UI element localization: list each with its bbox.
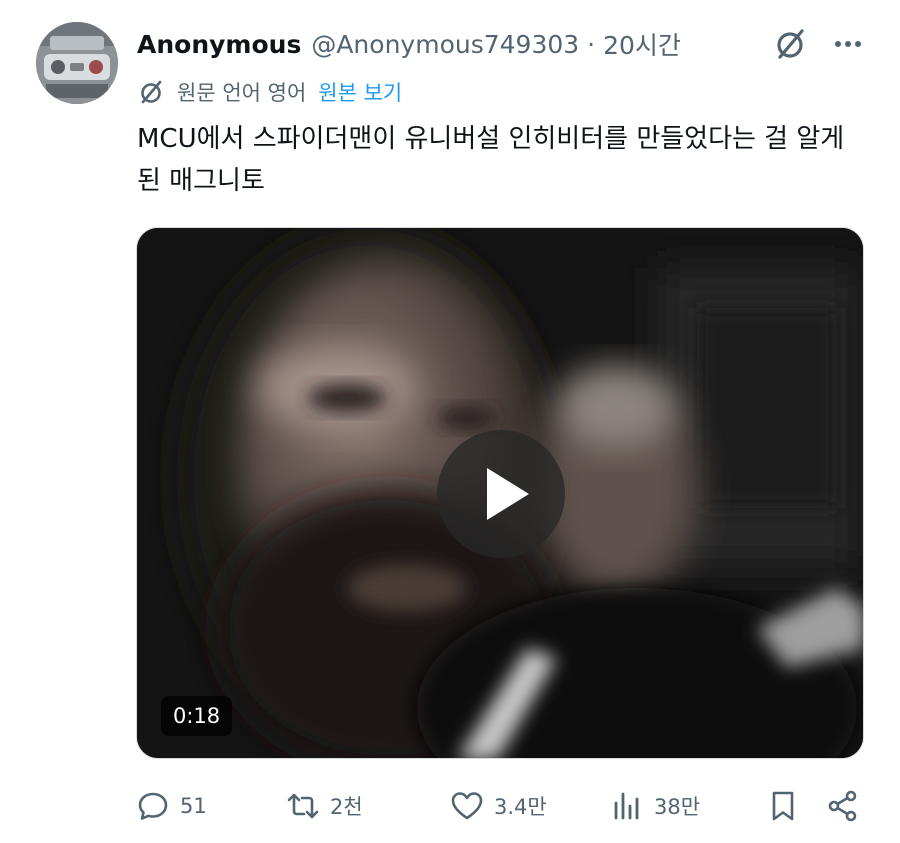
- heart-icon: [451, 792, 483, 820]
- separator-dot: ·: [587, 29, 596, 59]
- reply-count: 51: [180, 794, 207, 818]
- translated-from-label: 원문 언어 영어: [177, 81, 307, 105]
- reply-icon: [138, 792, 168, 820]
- show-original-link[interactable]: 원본 보기: [318, 77, 402, 107]
- grok-button[interactable]: [772, 26, 808, 62]
- translation-row: 원문 언어 영어 원본 보기: [137, 76, 402, 108]
- views-button[interactable]: 38만: [610, 780, 700, 832]
- avatar[interactable]: [36, 22, 118, 104]
- view-count: 38만: [654, 795, 701, 819]
- grok-icon: [777, 29, 804, 59]
- more-icon: [835, 41, 861, 47]
- tweet-header: Anonymous @Anonymous749303 · 20시간: [137, 24, 681, 64]
- tweet: Anonymous @Anonymous749303 · 20시간 원문 언어 …: [0, 0, 900, 843]
- like-count: 3.4만: [494, 795, 547, 819]
- video-duration-badge: 0:18: [161, 696, 233, 736]
- share-button[interactable]: [826, 780, 860, 832]
- avatar-image: [36, 22, 118, 104]
- display-name[interactable]: Anonymous: [137, 30, 301, 59]
- play-button[interactable]: [437, 430, 565, 558]
- reply-button[interactable]: 51: [136, 780, 207, 832]
- user-handle[interactable]: @Anonymous749303: [311, 30, 579, 59]
- retweet-icon: [287, 793, 319, 819]
- views-icon: [614, 792, 639, 820]
- video-player[interactable]: 0:18: [136, 227, 864, 759]
- timestamp[interactable]: 20시간: [603, 26, 681, 62]
- share-icon: [828, 790, 857, 822]
- bookmark-icon: [772, 791, 794, 821]
- bookmark-button[interactable]: [766, 780, 800, 832]
- like-button[interactable]: 3.4만: [450, 780, 547, 832]
- grok-translate-icon: [141, 80, 162, 104]
- tweet-text: MCU에서 스파이더맨이 유니버설 인히비터를 만들었다는 걸 알게 된 매그니…: [137, 124, 845, 196]
- more-button[interactable]: [828, 26, 868, 62]
- action-bar: 51 2천 3.4만 38만: [136, 780, 866, 832]
- retweet-button[interactable]: 2천: [286, 780, 363, 832]
- play-icon: [487, 468, 529, 520]
- retweet-count: 2천: [330, 795, 363, 819]
